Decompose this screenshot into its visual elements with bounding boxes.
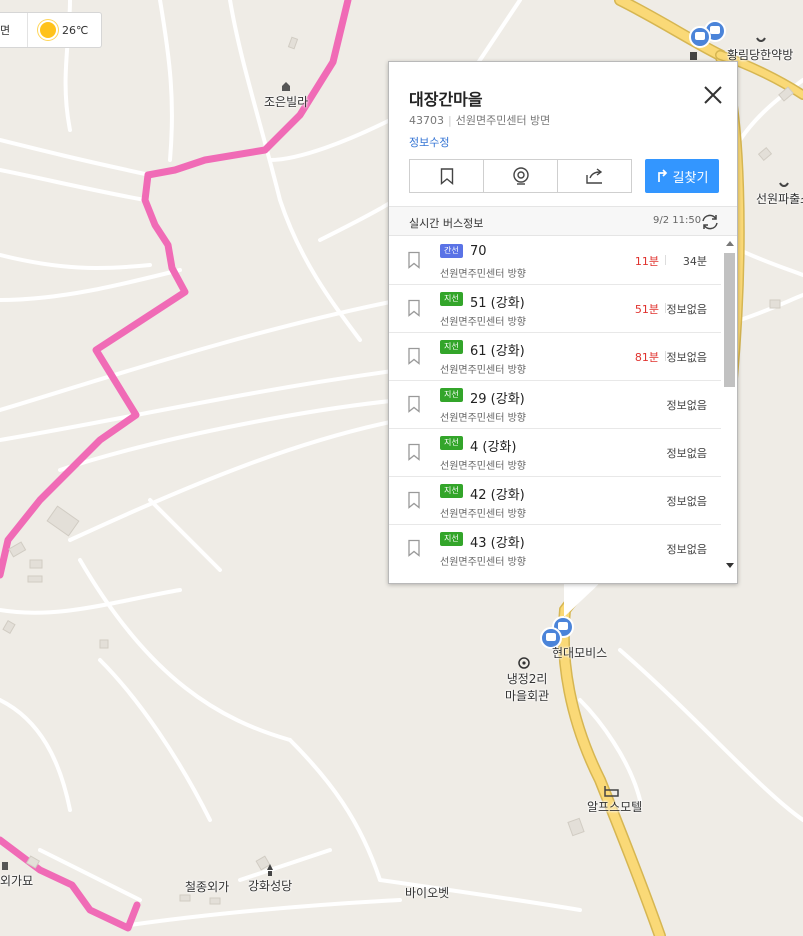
- bookmark-icon[interactable]: [407, 251, 421, 269]
- realtime-time: 9/2 11:50: [653, 215, 702, 226]
- bookmark-icon: [440, 167, 453, 185]
- panel-title: 대장간마을: [409, 90, 483, 109]
- bus-row[interactable]: 간선 70 선원면주민센터 방향 11분 34분: [389, 237, 721, 285]
- scrollbar[interactable]: [722, 237, 737, 571]
- route-type-badge: 지선: [440, 436, 463, 450]
- bus-row[interactable]: 지선 61 (강화) 선원면주민센터 방향 81분 정보없음: [389, 333, 721, 381]
- bookmark-icon[interactable]: [407, 395, 421, 413]
- route-direction: 선원면주민센터 방향: [440, 317, 526, 328]
- weather-info: 26℃: [28, 22, 88, 38]
- first-arrival: 11분: [634, 255, 659, 268]
- map-label-jo-eun-villa[interactable]: 조은빌라: [264, 93, 308, 110]
- roadview-button[interactable]: [484, 160, 558, 192]
- bookmark-icon[interactable]: [407, 347, 421, 365]
- map-label-naengjeong[interactable]: 냉정2리 마을회관: [505, 670, 549, 704]
- map-label-ganghwa-church[interactable]: 강화성당: [248, 877, 292, 894]
- realtime-title: 실시간 버스정보: [409, 217, 484, 230]
- second-arrival: 정보없음: [666, 303, 707, 316]
- map-label-naengjeong-line1: 냉정2리: [506, 672, 548, 686]
- map-label-seonwon-police[interactable]: 선원파출소: [756, 190, 803, 207]
- bookmark-icon[interactable]: [407, 491, 421, 509]
- bus-row[interactable]: 지선 43 (강화) 선원면주민센터 방향 정보없음: [389, 525, 721, 571]
- stop-direction: 선원면주민센터 방면: [455, 114, 551, 127]
- panel-tail: [564, 583, 600, 617]
- weather-region: 면: [0, 13, 28, 47]
- weather-region-label: 면: [0, 24, 11, 37]
- route-type-badge: 지선: [440, 292, 463, 306]
- route-number[interactable]: 4 (강화): [470, 436, 516, 455]
- second-arrival: 정보없음: [666, 543, 707, 556]
- separator: |: [448, 114, 452, 127]
- route-icon: [657, 169, 667, 182]
- route-direction: 선원면주민센터 방향: [440, 365, 526, 376]
- route-direction: 선원면주민센터 방향: [440, 509, 526, 520]
- bookmark-icon[interactable]: [407, 539, 421, 557]
- bookmark-icon[interactable]: [407, 299, 421, 317]
- bus-list[interactable]: 간선 70 선원면주민센터 방향 11분 34분지선 51 (강화) 선원면주민센터 방향 5…: [389, 237, 721, 571]
- route-direction: 선원면주민센터 방향: [440, 461, 526, 472]
- first-arrival: 81분: [634, 351, 659, 364]
- route-number[interactable]: 42 (강화): [470, 484, 525, 503]
- weather-widget[interactable]: 면 26℃: [0, 12, 102, 48]
- map-label-oe-gamyo[interactable]: 외가묘: [0, 872, 33, 889]
- route-direction: 선원면주민센터 방향: [440, 413, 526, 424]
- share-button[interactable]: [558, 160, 631, 192]
- bus-stop-panel: 대장간마을 43703 | 선원면주민센터 방면 정보수정 길찾기 실시간 버스정보…: [388, 61, 738, 584]
- stop-id: 43703: [409, 114, 444, 127]
- roadview-icon: [512, 167, 529, 185]
- first-arrival: 51분: [634, 303, 659, 316]
- map-label-hyundai-mobis[interactable]: 현대모비스: [552, 644, 607, 661]
- scroll-thumb[interactable]: [724, 253, 735, 387]
- scroll-up-arrow[interactable]: [726, 241, 734, 246]
- bookmark-icon[interactable]: [407, 443, 421, 461]
- route-type-badge: 지선: [440, 484, 463, 498]
- bus-row[interactable]: 지선 51 (강화) 선원면주민센터 방향 51분 정보없음: [389, 285, 721, 333]
- route-direction: 선원면주민센터 방향: [440, 557, 526, 568]
- arrival-divider: [665, 255, 666, 265]
- route-direction: 선원면주민센터 방향: [440, 269, 526, 280]
- second-arrival: 정보없음: [666, 399, 707, 412]
- refresh-icon[interactable]: [699, 211, 721, 233]
- route-type-badge: 지선: [440, 340, 463, 354]
- map-label-bio-pet[interactable]: 바이오벳: [405, 884, 449, 901]
- route-type-badge: 지선: [440, 388, 463, 402]
- bus-row[interactable]: 지선 42 (강화) 선원면주민센터 방향 정보없음: [389, 477, 721, 525]
- second-arrival: 34분: [682, 255, 707, 268]
- action-buttons: [409, 159, 632, 193]
- map-label-alps-motel[interactable]: 알프스모텔: [587, 798, 642, 815]
- route-number[interactable]: 70: [470, 244, 487, 259]
- route-number[interactable]: 51 (강화): [470, 292, 525, 311]
- stop-info: 43703 | 선원면주민센터 방면: [409, 112, 550, 128]
- weather-temperature: 26℃: [62, 23, 89, 37]
- map-label-naengjeong-line2: 마을회관: [505, 689, 550, 703]
- bus-row[interactable]: 지선 4 (강화) 선원면주민센터 방향 정보없음: [389, 429, 721, 477]
- route-number[interactable]: 43 (강화): [470, 532, 525, 551]
- find-route-button[interactable]: 길찾기: [645, 159, 719, 193]
- second-arrival: 정보없음: [666, 495, 707, 508]
- share-icon: [585, 168, 602, 184]
- route-number[interactable]: 29 (강화): [470, 388, 525, 407]
- bookmark-button[interactable]: [410, 160, 484, 192]
- close-icon[interactable]: [702, 84, 724, 106]
- bus-row[interactable]: 지선 29 (강화) 선원면주민센터 방향 정보없음: [389, 381, 721, 429]
- route-type-badge: 지선: [440, 532, 463, 546]
- find-route-label: 길찾기: [672, 170, 709, 186]
- route-type-badge: 간선: [440, 244, 463, 258]
- second-arrival: 정보없음: [666, 447, 707, 460]
- second-arrival: 정보없음: [666, 351, 707, 364]
- map-label-cheoljong[interactable]: 철종외가: [185, 878, 229, 895]
- edit-info-link[interactable]: 정보수정: [409, 134, 449, 150]
- scroll-down-arrow[interactable]: [726, 563, 734, 568]
- realtime-header: 실시간 버스정보 9/2 11:50: [389, 206, 737, 236]
- route-number[interactable]: 61 (강화): [470, 340, 525, 359]
- sun-icon: [40, 22, 56, 38]
